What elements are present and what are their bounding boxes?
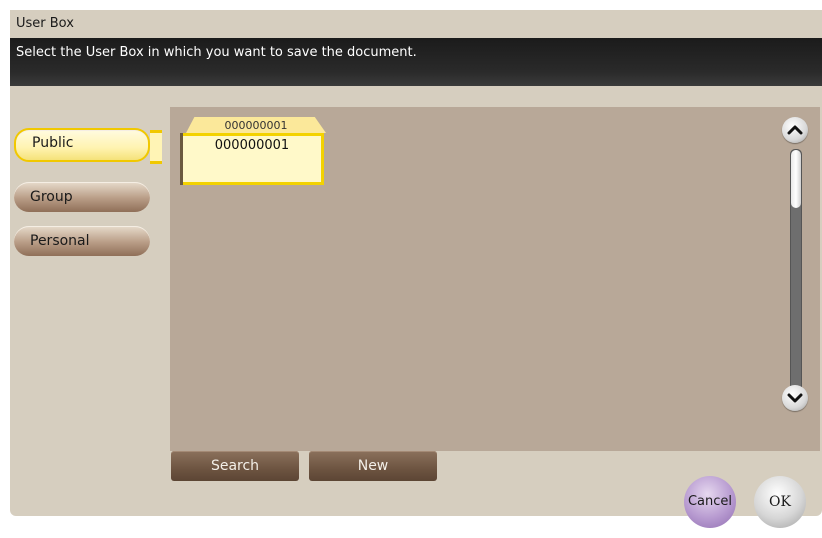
ok-button[interactable]: OK (754, 476, 806, 528)
chevron-down-icon (787, 393, 803, 403)
scroll-up-button[interactable] (782, 117, 808, 143)
tab-public[interactable]: Public (14, 128, 150, 162)
tab-label: Public (32, 135, 74, 151)
user-box-name: 000000001 (214, 138, 290, 153)
box-folder-tab: 000000001 (186, 117, 326, 133)
tab-personal[interactable]: Personal (14, 226, 150, 256)
scrollbar-track[interactable] (790, 149, 802, 399)
window-title: User Box (10, 10, 822, 38)
tab-label: Personal (30, 233, 90, 249)
active-tab-connector (150, 130, 162, 164)
new-button[interactable]: New (309, 451, 437, 481)
scrollbar-thumb[interactable] (791, 150, 801, 208)
scroll-down-button[interactable] (782, 385, 808, 411)
tab-label: Group (30, 189, 73, 205)
instruction-message: Select the User Box in which you want to… (10, 38, 822, 86)
user-box-list: 000000001 000000001 (170, 107, 820, 451)
tab-group[interactable]: Group (14, 182, 150, 212)
search-button[interactable]: Search (171, 451, 299, 481)
cancel-button[interactable]: Cancel (684, 476, 736, 528)
user-box-item[interactable]: 000000001 (180, 133, 324, 185)
chevron-up-icon (787, 125, 803, 135)
